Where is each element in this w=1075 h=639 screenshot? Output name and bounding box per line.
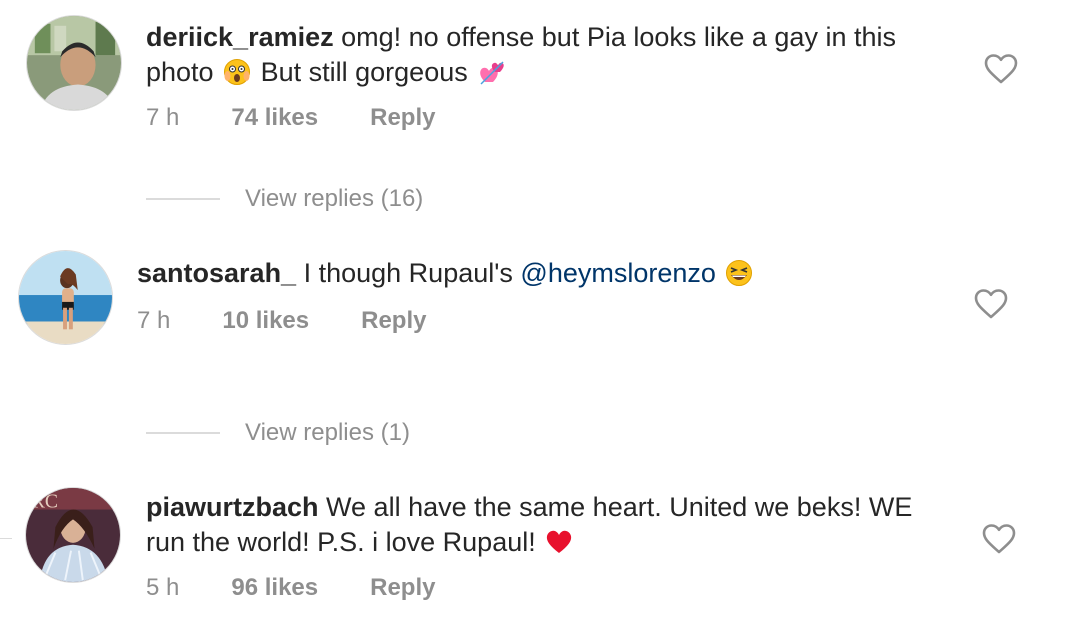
two-hearts-emoji bbox=[477, 58, 505, 86]
comment-body: We all have the same heart. United we be… bbox=[326, 492, 913, 522]
likes-count[interactable]: 10 likes bbox=[222, 307, 309, 335]
comment-item: santosarah_ I though Rupaul's @heymslore… bbox=[0, 250, 1075, 370]
view-replies-label: View replies (16) bbox=[245, 185, 424, 212]
comment-time: 5 h bbox=[146, 574, 180, 601]
avatar[interactable] bbox=[26, 15, 122, 111]
comment-meta: 5 h 96 likes Reply bbox=[146, 574, 435, 602]
view-replies-label: View replies (1) bbox=[245, 419, 410, 446]
heart-outline-icon[interactable] bbox=[982, 523, 1016, 555]
grinning-squint-emoji bbox=[725, 259, 753, 287]
heart-outline-icon[interactable] bbox=[974, 288, 1008, 320]
reply-button[interactable]: Reply bbox=[361, 307, 426, 335]
svg-text:RC: RC bbox=[32, 492, 58, 513]
divider-line bbox=[146, 432, 220, 434]
comment-item: deriick_ramiez omg! no offense but Pia l… bbox=[0, 0, 1075, 150]
likes-count[interactable]: 96 likes bbox=[231, 574, 318, 602]
reply-button[interactable]: Reply bbox=[370, 104, 435, 132]
comment-body: omg! no offense but Pia looks like a gay… bbox=[341, 22, 896, 52]
comment-username[interactable]: santosarah_ bbox=[137, 258, 296, 288]
comment-body-cont: photo bbox=[146, 57, 214, 87]
comment-body-cont: run the world! P.S. i love Rupaul! bbox=[146, 527, 536, 557]
avatar[interactable] bbox=[18, 250, 113, 345]
avatar-image bbox=[27, 16, 121, 110]
heart-outline-icon[interactable] bbox=[984, 53, 1018, 85]
red-heart-emoji bbox=[545, 528, 573, 556]
comment-body: I though Rupaul's bbox=[303, 258, 513, 288]
comment-username[interactable]: deriick_ramiez bbox=[146, 22, 334, 52]
reply-button[interactable]: Reply bbox=[370, 574, 435, 602]
avatar-image: RC bbox=[26, 488, 120, 582]
comment-text: deriick_ramiez omg! no offense but Pia l… bbox=[146, 20, 946, 90]
comment-time: 7 h bbox=[137, 307, 171, 334]
comment-time: 7 h bbox=[146, 104, 180, 131]
comment-body-cont2: But still gorgeous bbox=[260, 57, 468, 87]
comment-meta: 7 h 10 likes Reply bbox=[137, 307, 426, 335]
comment-text: piawurtzbach We all have the same heart.… bbox=[146, 490, 946, 560]
view-replies-button[interactable]: View replies (1) bbox=[146, 419, 410, 447]
likes-count[interactable]: 74 likes bbox=[231, 104, 318, 132]
comment-item: RC piawurtzbach We all have the same hea… bbox=[0, 485, 1075, 639]
divider-line bbox=[146, 198, 220, 200]
comment-text: santosarah_ I though Rupaul's @heymslore… bbox=[137, 256, 937, 291]
avatar-image bbox=[19, 251, 112, 344]
avatar[interactable]: RC bbox=[25, 487, 121, 583]
mention-link[interactable]: @heymslorenzo bbox=[520, 258, 716, 288]
comment-username[interactable]: piawurtzbach bbox=[146, 492, 319, 522]
view-replies-button[interactable]: View replies (16) bbox=[146, 185, 423, 213]
comment-meta: 7 h 74 likes Reply bbox=[146, 104, 435, 132]
shocked-face-emoji bbox=[223, 58, 251, 86]
